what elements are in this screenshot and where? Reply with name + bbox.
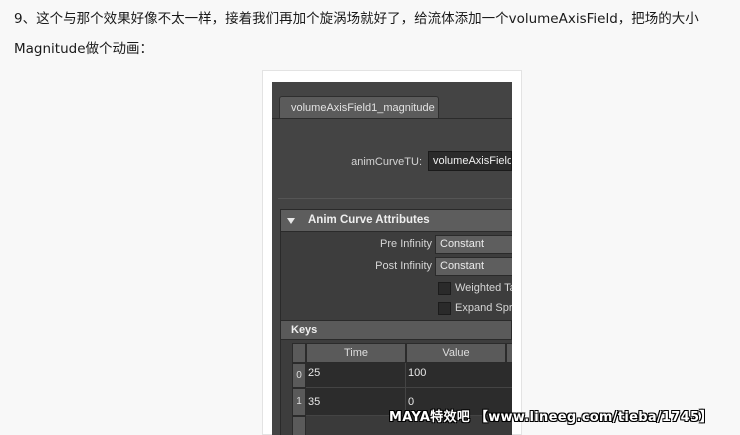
column-header-time[interactable]: Time — [306, 343, 406, 363]
divider — [278, 198, 512, 199]
collapse-triangle-icon[interactable] — [287, 218, 295, 224]
table-corner — [292, 343, 306, 363]
article-step-text: 9、这个与那个效果好像不太一样，接着我们再加个旋涡场就好了，给流体添加一个vol… — [14, 11, 699, 57]
column-header-value[interactable]: Value — [406, 343, 506, 363]
maya-attribute-editor: volumeAxisField1_magnitude animCurveTU: … — [272, 82, 512, 435]
row-header-0[interactable]: 0 — [292, 363, 306, 388]
section-title: Anim Curve Attributes — [308, 214, 430, 226]
value-cell[interactable]: 100 — [406, 363, 512, 388]
tab-divider — [272, 118, 512, 119]
keys-section-header[interactable]: Keys — [280, 320, 512, 340]
column-header-extra — [506, 343, 512, 363]
section-header[interactable]: Anim Curve Attributes — [281, 210, 512, 232]
anim-curve-label: animCurveTU: — [351, 156, 422, 168]
anim-curve-name-field[interactable]: volumeAxisField1_magnitude — [428, 151, 512, 171]
weighted-tangents-checkbox[interactable] — [438, 282, 451, 295]
site-watermark: MAYA特效吧 【www.lineeg.com/tieba/1745】 — [389, 410, 713, 425]
pre-infinity-label: Pre Infinity — [380, 238, 432, 250]
row-header-1[interactable]: 1 — [292, 388, 306, 416]
weighted-tangents-label: Weighted Ta — [455, 282, 512, 294]
pre-infinity-dropdown[interactable]: Constant — [435, 235, 512, 254]
expand-spreadsheet-label: Expand Spre — [455, 302, 512, 314]
expand-spreadsheet-checkbox[interactable] — [438, 302, 451, 315]
post-infinity-dropdown[interactable]: Constant — [435, 257, 512, 276]
tab-volume-axis-field-magnitude[interactable]: volumeAxisField1_magnitude — [279, 96, 439, 118]
row-header-empty — [292, 416, 306, 435]
post-infinity-label: Post Infinity — [375, 260, 432, 272]
time-cell[interactable]: 25 — [306, 363, 406, 388]
